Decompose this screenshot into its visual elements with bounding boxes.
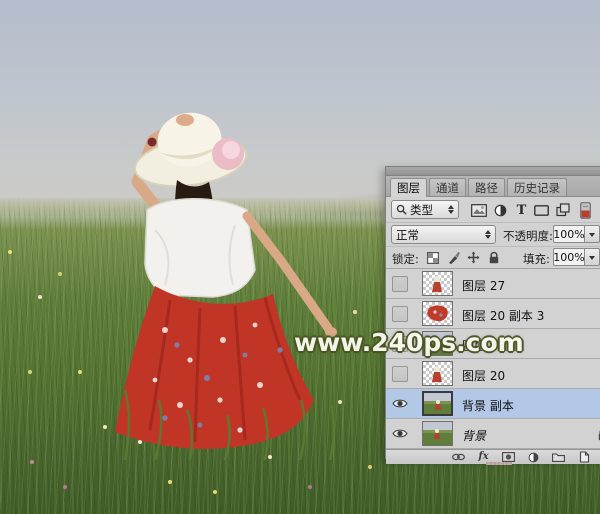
image-icon — [471, 204, 487, 217]
layer-mask-icon — [502, 452, 515, 462]
padlock-icon — [488, 251, 500, 264]
layer-name[interactable]: 图层 20 副本 3 — [462, 307, 544, 324]
add-layer-mask-button[interactable] — [502, 452, 515, 463]
visibility-toggle[interactable] — [392, 397, 408, 410]
photo-thumb — [423, 422, 452, 445]
layer-name[interactable]: 图层 20 — [462, 367, 505, 384]
layer-row-background[interactable]: 背景 — [386, 419, 600, 449]
fx-icon: fx — [478, 452, 488, 462]
figure-cutout-thumb — [423, 272, 452, 295]
panel-drag-bar[interactable] — [386, 167, 600, 176]
layer-name[interactable]: 背景 副本 — [462, 397, 514, 414]
opacity-label: 不透明度: — [503, 228, 553, 244]
panel-resize-grip[interactable] — [486, 462, 512, 465]
filter-pixel-layers-button[interactable] — [470, 202, 487, 218]
layer-thumbnail[interactable] — [422, 271, 453, 296]
white-top — [145, 199, 255, 297]
fill-value[interactable]: 100% — [553, 248, 585, 266]
move-icon — [467, 251, 480, 264]
new-adjustment-layer-button[interactable] — [527, 452, 540, 463]
shape-rectangle-icon — [534, 205, 549, 216]
folder-icon — [552, 452, 565, 462]
smart-object-icon — [556, 203, 570, 217]
hat-flower — [222, 141, 240, 159]
layer-name[interactable]: 背景 — [462, 427, 486, 444]
filter-toggle-switch[interactable] — [579, 202, 591, 218]
layer-thumbnail[interactable] — [422, 391, 453, 416]
new-layer-icon — [578, 451, 590, 463]
filter-shape-layers-button[interactable] — [533, 202, 550, 218]
layer-thumbnail[interactable] — [422, 301, 453, 326]
layer-thumbnail[interactable] — [422, 421, 453, 446]
lock-transparency-button[interactable] — [425, 250, 441, 265]
lock-all-button[interactable] — [486, 250, 502, 265]
layer-row[interactable]: 图层 20 副本 3 — [386, 299, 600, 329]
layer-filter-row: 类型 T — [386, 197, 600, 223]
tab-layers[interactable]: 图层 — [390, 178, 427, 197]
layers-list: 图层 27 图层 20 副本 3 图层 28 — [386, 269, 600, 449]
new-group-button[interactable] — [552, 452, 565, 463]
opacity-value[interactable]: 100% — [553, 225, 585, 243]
filter-type-layers-button[interactable]: T — [513, 202, 530, 218]
eye-icon — [392, 427, 408, 440]
lock-row: 锁定: 填充: 100% — [386, 247, 600, 269]
layers-panel: 图层 通道 路径 历史记录 类型 T — [385, 166, 600, 459]
woman-figure — [95, 100, 355, 460]
visibility-toggle[interactable] — [392, 366, 408, 382]
spinner-arrows-icon — [444, 205, 454, 214]
adjustment-circle-icon — [528, 452, 539, 463]
blend-mode-dropdown[interactable]: 正常 — [391, 225, 496, 244]
lock-label: 锁定: — [392, 251, 419, 267]
tab-paths[interactable]: 路径 — [468, 178, 505, 196]
bracelet — [148, 138, 157, 147]
lock-pixels-button[interactable] — [445, 250, 461, 265]
layer-row[interactable]: 图层 27 — [386, 269, 600, 299]
blend-mode-row: 正常 不透明度: 100% — [386, 223, 600, 247]
filter-smart-objects-button[interactable] — [554, 202, 571, 218]
layer-name[interactable]: 图层 27 — [462, 277, 505, 294]
chain-icon — [452, 453, 465, 461]
hand-on-hat — [176, 114, 194, 126]
filter-kind-label: 类型 — [410, 202, 433, 218]
type-icon: T — [517, 203, 527, 218]
skirt-cutout-thumb — [423, 302, 452, 325]
panel-tab-bar: 图层 通道 路径 历史记录 — [386, 176, 600, 197]
fill-dropdown-button[interactable] — [585, 248, 600, 266]
panel-bottom-bar: fx — [386, 449, 600, 464]
layer-row[interactable]: 图层 20 — [386, 359, 600, 389]
visibility-toggle[interactable] — [392, 427, 408, 440]
brush-icon — [447, 251, 460, 264]
filter-adjustment-layers-button[interactable] — [492, 202, 509, 218]
tab-channels[interactable]: 通道 — [429, 178, 466, 196]
watermark: www.240ps.com — [294, 328, 524, 357]
lock-position-button[interactable] — [465, 250, 481, 265]
wildflowers — [8, 250, 12, 254]
layer-style-button[interactable]: fx — [477, 452, 490, 463]
checkerboard-icon — [427, 252, 439, 264]
opacity-dropdown-button[interactable] — [585, 225, 600, 243]
new-layer-button[interactable] — [577, 452, 590, 463]
eye-icon — [392, 397, 408, 410]
photo-thumb — [424, 393, 453, 416]
fill-label: 填充: — [523, 251, 550, 267]
toggle-switch-icon — [580, 202, 591, 219]
tab-history[interactable]: 历史记录 — [507, 178, 567, 196]
spinner-arrows-icon — [481, 230, 491, 239]
filter-kind-dropdown[interactable]: 类型 — [391, 200, 459, 219]
visibility-toggle[interactable] — [392, 276, 408, 292]
blend-mode-value: 正常 — [396, 227, 419, 243]
half-circle-icon — [494, 204, 507, 217]
search-icon — [396, 204, 407, 215]
layer-row-selected[interactable]: 背景 副本 — [386, 389, 600, 419]
red-skirt — [115, 286, 314, 449]
link-layers-button[interactable] — [452, 452, 465, 463]
figure-cutout-thumb — [423, 362, 452, 385]
visibility-toggle[interactable] — [392, 306, 408, 322]
layer-thumbnail[interactable] — [422, 361, 453, 386]
